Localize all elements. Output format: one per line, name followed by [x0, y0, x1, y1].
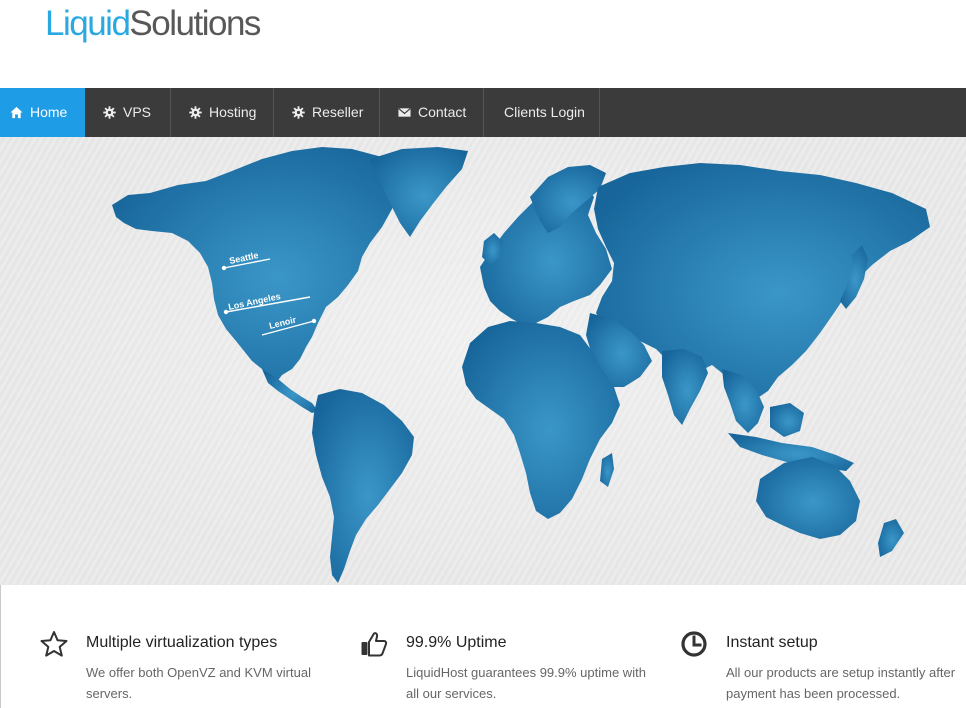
thumbs-up-icon	[361, 632, 388, 657]
feature-description: All our products are setup instantly aft…	[726, 665, 956, 701]
region-india	[662, 349, 708, 425]
nav-item-hosting[interactable]: Hosting	[171, 88, 274, 137]
los-angeles-marker	[223, 309, 229, 315]
island-borneo	[770, 403, 804, 437]
nav-label-clients-login: Clients Login	[504, 104, 585, 120]
clock-icon	[681, 631, 707, 657]
seattle-marker	[221, 265, 227, 271]
feature-title: Multiple virtualization types	[86, 634, 278, 651]
world-map: Seattle Los Angeles Lenoir	[112, 147, 930, 583]
world-map-banner: Seattle Los Angeles Lenoir	[0, 137, 966, 585]
star-outline-icon	[40, 631, 68, 657]
nav-label-reseller: Reseller	[312, 104, 364, 120]
site-logo[interactable]: LiquidSolutions	[45, 2, 261, 46]
gear-icon	[189, 106, 202, 119]
nav-label-contact: Contact	[418, 104, 467, 120]
island-greenland	[370, 147, 468, 237]
lenoir-marker	[311, 318, 317, 324]
feature-description: We offer both OpenVZ and KVM virtual ser…	[86, 665, 311, 701]
nav-item-vps[interactable]: VPS	[85, 88, 171, 137]
main-navigation: Home VPS Hosting Reseller Contact Client…	[0, 88, 966, 137]
nav-label-hosting: Hosting	[209, 104, 257, 120]
continent-north-america	[112, 147, 412, 383]
logo-part-liquid: Liquid	[45, 4, 131, 43]
gear-icon	[292, 106, 305, 119]
nav-label-home: Home	[30, 104, 68, 120]
home-icon	[10, 106, 23, 119]
feature-title: 99.9% Uptime	[406, 634, 507, 651]
feature-title: Instant setup	[726, 634, 818, 651]
nav-item-clients-login[interactable]: Clients Login	[484, 88, 600, 137]
nav-item-reseller[interactable]: Reseller	[274, 88, 380, 137]
envelope-icon	[398, 108, 411, 117]
nav-label-vps: VPS	[123, 104, 152, 120]
feature-description: LiquidHost guarantees 99.9% uptime with …	[406, 665, 646, 701]
nav-item-contact[interactable]: Contact	[380, 88, 484, 137]
island-madagascar	[600, 453, 614, 487]
island-new-zealand	[878, 519, 904, 557]
nav-item-home[interactable]: Home	[0, 88, 85, 137]
continent-south-america	[312, 389, 414, 583]
logo-part-solutions: Solutions	[129, 4, 261, 43]
region-central-america	[262, 369, 318, 413]
gear-icon	[103, 106, 116, 119]
site-header: LiquidSolutions	[0, 0, 966, 88]
